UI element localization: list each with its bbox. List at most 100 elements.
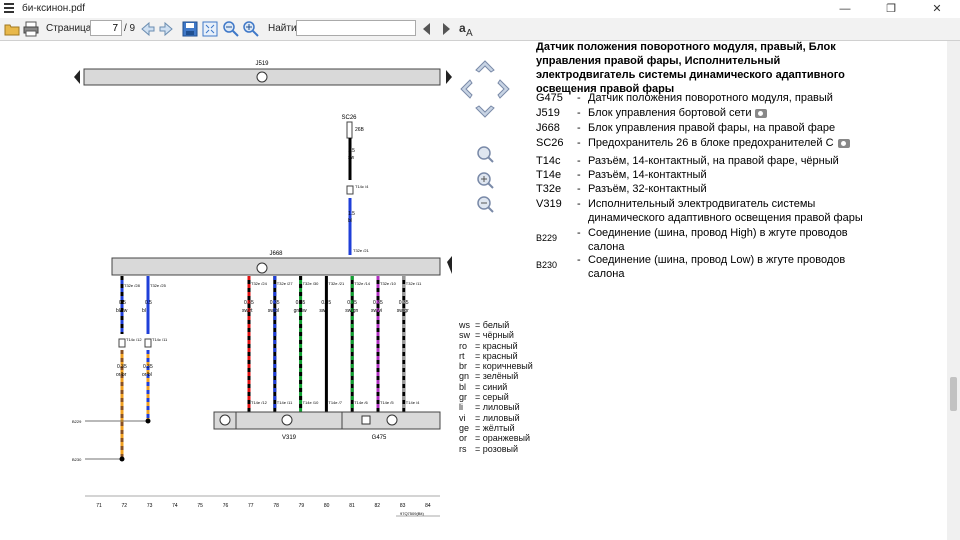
connector-label: T14e /10 — [303, 400, 320, 405]
wire-color: bl — [142, 308, 146, 314]
legend-desc: Разъём, 32-контактный — [588, 183, 873, 197]
color-legend-row: vi = лиловый — [459, 412, 520, 423]
text-options-icon[interactable]: aA — [458, 20, 476, 38]
color-legend-row: gn = зелёный — [459, 371, 519, 382]
camera-icon[interactable] — [837, 138, 850, 148]
color-code: rs — [459, 443, 467, 454]
wire-gauge: 1.5 — [348, 148, 355, 154]
nav-down-icon[interactable] — [475, 105, 495, 118]
print-icon[interactable] — [22, 20, 40, 38]
connector-label: T14e /6 — [354, 400, 368, 405]
nav-right-icon[interactable] — [497, 79, 510, 99]
connector-label: T32e /11 — [406, 281, 422, 286]
zoom-fit-icon[interactable] — [477, 146, 494, 163]
legend-desc-text: Исполнительный электродвигатель системы … — [588, 198, 863, 224]
legend-code: J668 — [536, 122, 560, 134]
connector-label: T14e /4 — [406, 400, 420, 405]
column-number: 77 — [248, 503, 254, 509]
color-name: красный — [482, 340, 518, 351]
page-back-icon[interactable] — [139, 20, 157, 38]
connector-label: T32e /27 — [277, 281, 294, 286]
connector-label: T32e /21 — [328, 281, 345, 286]
footer-code: 97Q7509(Bit) — [400, 511, 424, 516]
wire-gauge: 0.35 — [296, 300, 306, 306]
find-next-icon[interactable] — [437, 20, 455, 38]
column-number: 79 — [299, 503, 305, 509]
right-arrow-marker — [447, 256, 452, 274]
vertical-scrollbar[interactable] — [947, 41, 960, 540]
color-name: розовый — [482, 443, 518, 454]
connector-label: T32e /30 — [303, 281, 320, 286]
column-number: 71 — [96, 503, 102, 509]
legend-code: SC26 — [536, 137, 564, 149]
nav-left-icon[interactable] — [460, 79, 473, 99]
color-name: лиловый — [482, 402, 520, 413]
bus-junction — [119, 456, 125, 462]
title-bar: би-ксинон.pdf — ❐ ✕ — [0, 0, 960, 19]
ground-icon — [281, 414, 293, 426]
find-input[interactable] — [296, 20, 416, 36]
legend-desc-text: Блок управления правой фары, на правой ф… — [588, 122, 836, 134]
wire-color: sw/bl — [268, 308, 279, 314]
wire-color: sw — [348, 155, 355, 161]
wire-gauge: 0.35 — [321, 300, 331, 306]
column-number: 72 — [122, 503, 128, 509]
column-numbers: 71 72 73 74 75 76 77 78 79 80 81 82 83 84 — [96, 503, 431, 509]
find-label: Найти: — [268, 23, 300, 34]
color-legend-row: or = оранжевый — [459, 433, 531, 444]
zoom-out-icon[interactable] — [222, 20, 240, 38]
connector-t14c-top — [346, 185, 354, 195]
column-number: 78 — [273, 503, 279, 509]
color-name: зелёный — [482, 371, 519, 382]
color-code: ge — [459, 422, 470, 433]
color-legend-row: rs = розовый — [459, 443, 518, 454]
wire-color: sw/rt — [242, 308, 253, 314]
fit-page-icon[interactable] — [201, 20, 219, 38]
nav-up-icon[interactable] — [475, 60, 495, 73]
close-button[interactable]: ✕ — [914, 0, 960, 18]
wire-gauge: 0.35 — [373, 300, 383, 306]
component-box — [213, 411, 441, 430]
legend-dash: - — [577, 227, 581, 239]
minimize-button[interactable]: — — [822, 0, 868, 18]
color-legend-row: gr = серый — [459, 392, 509, 403]
color-legend-row: ro = красный — [459, 340, 518, 351]
page-number-input[interactable] — [90, 20, 122, 36]
color-legend-row: rt = красный — [459, 350, 518, 361]
column-number: 83 — [400, 503, 406, 509]
open-icon[interactable] — [3, 20, 21, 38]
save-icon[interactable] — [181, 20, 199, 38]
legend-desc: Блок управления правой фары, на правой ф… — [588, 122, 873, 136]
menu-icon[interactable] — [4, 3, 14, 14]
zoom-controls — [477, 146, 494, 213]
connector-t14c — [144, 338, 152, 348]
connector-label: T14c /12 — [126, 337, 142, 342]
legend-desc: Соединение (шина, провод Low) в жгуте пр… — [588, 254, 873, 281]
g475-label: G475 — [372, 435, 387, 441]
bus-junction — [145, 418, 151, 424]
legend-desc-text: Соединение (шина, провод Low) в жгуте пр… — [588, 254, 846, 280]
camera-icon[interactable] — [755, 108, 768, 118]
page-total: / 9 — [124, 23, 136, 34]
zoom-minus-icon[interactable] — [477, 196, 494, 213]
color-code: bl — [459, 381, 467, 392]
sensor-icon — [361, 415, 371, 425]
legend-desc: Соединение (шина, провод High) в жгуте п… — [588, 227, 873, 254]
legend-desc-text: Разъём, 32-контактный — [588, 183, 707, 195]
ground-icon — [256, 71, 268, 83]
fuse-label: SC26 — [341, 115, 357, 121]
page-forward-icon[interactable] — [157, 20, 175, 38]
legend-code: J519 — [536, 107, 560, 119]
find-prev-icon[interactable] — [418, 20, 436, 38]
connector-t14c — [118, 338, 126, 348]
zoom-plus-icon[interactable] — [477, 172, 494, 189]
maximize-button[interactable]: ❐ — [868, 0, 914, 18]
legend-desc: Разъём, 14-контактный — [588, 169, 873, 183]
page-label: Страница: — [46, 23, 95, 34]
right-arrow-marker — [446, 70, 452, 84]
zoom-in-icon[interactable] — [242, 20, 260, 38]
wire-color: sw/gr — [397, 308, 409, 314]
legend-desc-text: Разъём, 14-контактный, на правой фаре, ч… — [588, 155, 839, 167]
scroll-thumb[interactable] — [950, 377, 957, 411]
bus-label: B229 — [72, 419, 82, 424]
